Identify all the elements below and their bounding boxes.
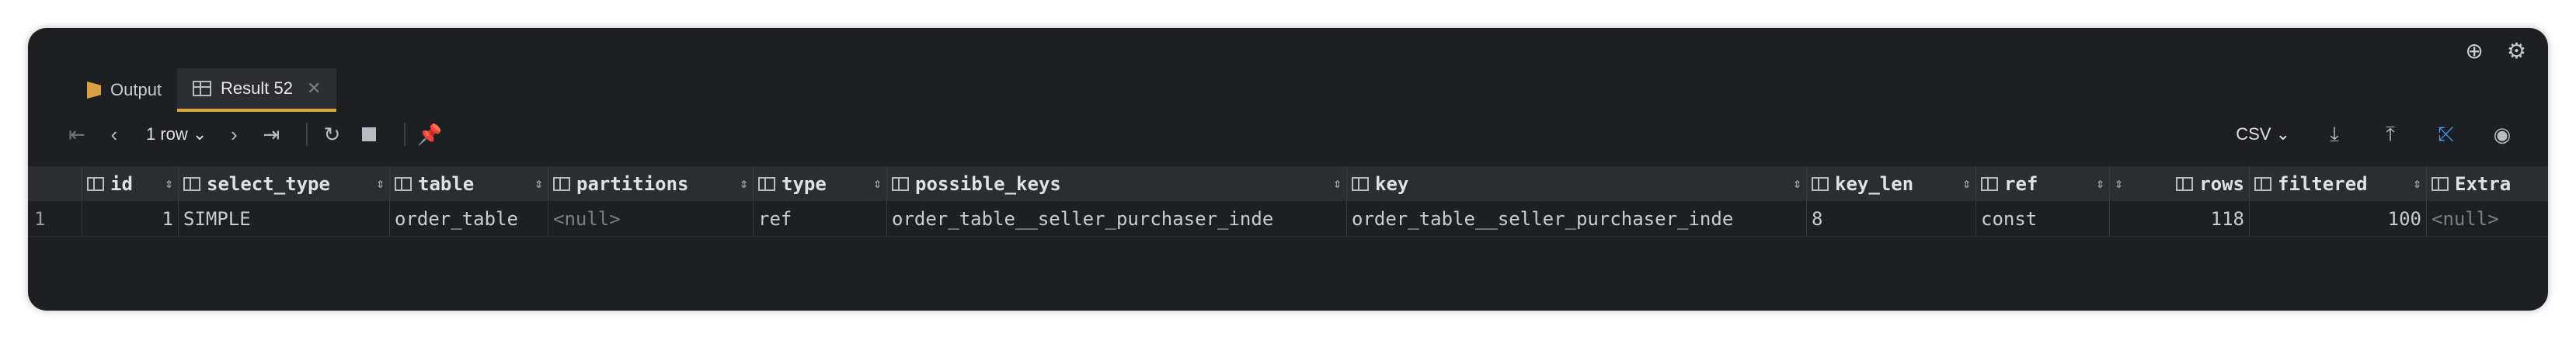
sort-icon[interactable]: ⇕ [1962,175,1971,192]
cell-partitions[interactable]: <null> [548,201,754,236]
column-icon [87,176,104,191]
column-header-filtered[interactable]: filtered ⇕ [2250,166,2427,201]
tab-output-label: Output [110,80,162,99]
sort-icon[interactable]: ⇕ [2413,175,2421,192]
sort-icon[interactable]: ⇕ [873,175,882,192]
column-name: Extra [2455,172,2512,195]
previous-page-icon[interactable]: ‹ [101,121,127,148]
download-icon[interactable]: ⤓ [2321,121,2348,148]
sort-icon[interactable]: ⇕ [1333,175,1342,192]
table-header-row: id ⇕ select_type ⇕ table ⇕ partitions ⇕ type… [28,166,2548,201]
column-name: possible_keys [915,172,1061,195]
column-icon [1812,176,1829,191]
results-panel: ⊕ ⚙ Output Result 52 ✕ ⇤ ‹ 1 row ⌄ › ⇥ ↻… [28,28,2548,311]
cell-table[interactable]: order_table [390,201,548,236]
sort-icon[interactable]: ⇕ [2096,175,2104,192]
table-row[interactable]: 1 1 SIMPLE order_table <null> ref order_… [28,201,2548,237]
column-header-extra[interactable]: Extra [2427,166,2548,201]
cell-extra[interactable]: <null> [2427,201,2548,236]
column-icon [1981,176,1998,191]
output-icon [87,82,101,99]
column-header-table[interactable]: table ⇕ [390,166,548,201]
toolbar-right: CSV ⌄ ⤓ ⤒ ⤪ ◉ [2236,115,2526,154]
column-name: select_type [207,172,330,195]
rows-count: 1 row [146,124,188,144]
cell-ref[interactable]: const [1976,201,2110,236]
sort-icon[interactable]: ⇕ [1793,175,1801,192]
column-header-key_len[interactable]: key_len ⇕ [1807,166,1976,201]
cell-select_type[interactable]: SIMPLE [179,201,390,236]
column-icon [2254,176,2271,191]
column-icon [2176,176,2194,191]
toolbar-divider [404,123,406,146]
export-format-label: CSV [2236,124,2271,144]
column-name: partitions [576,172,689,195]
tab-result[interactable]: Result 52 ✕ [177,68,337,112]
sort-icon[interactable]: ⇕ [165,175,173,192]
column-header-rows[interactable]: ⇕ rows [2110,166,2250,201]
column-name: id [110,172,133,195]
close-icon[interactable]: ✕ [307,78,321,99]
column-name: type [782,172,827,195]
cell-key[interactable]: order_table__seller_purchaser_inde [1347,201,1807,236]
sort-icon[interactable]: ⇕ [740,175,748,192]
gear-icon[interactable]: ⚙ [2507,40,2526,62]
column-icon [758,176,775,191]
column-header-ref[interactable]: ref ⇕ [1976,166,2110,201]
sort-icon[interactable]: ⇕ [376,175,385,192]
reload-icon[interactable]: ↻ [319,121,345,148]
export-format-select[interactable]: CSV ⌄ [2236,124,2290,144]
sort-icon[interactable]: ⇕ [2115,175,2123,192]
column-name: key [1375,172,1409,195]
column-name: filtered [2278,172,2368,195]
column-header-partitions[interactable]: partitions ⇕ [548,166,754,201]
view-icon[interactable]: ◉ [2489,121,2515,148]
upload-icon[interactable]: ⤒ [2377,121,2404,148]
cell-key_len[interactable]: 8 [1807,201,1976,236]
column-header-id[interactable]: id ⇕ [82,166,179,201]
crosshair-icon[interactable]: ⊕ [2465,40,2483,62]
column-name: table [418,172,475,195]
tab-bar: Output Result 52 ✕ [28,68,2548,112]
column-name: ref [2004,172,2038,195]
column-name: key_len [1835,172,1914,195]
column-icon [2432,176,2449,191]
pin-icon[interactable]: 📌 [416,121,443,148]
stop-icon[interactable] [356,121,382,148]
last-page-icon[interactable]: ⇥ [258,121,284,148]
column-icon [395,176,412,191]
cell-type[interactable]: ref [754,201,887,236]
column-header-select_type[interactable]: select_type ⇕ [179,166,390,201]
cell-possible_keys[interactable]: order_table__seller_purchaser_inde [887,201,1347,236]
sort-icon[interactable]: ⇕ [534,175,543,192]
tab-output[interactable]: Output [71,68,177,112]
result-table: id ⇕ select_type ⇕ table ⇕ partitions ⇕ type… [28,166,2548,237]
cell-id[interactable]: 1 [82,201,179,236]
first-page-icon[interactable]: ⇤ [64,121,90,148]
toolbar-divider [306,123,308,146]
column-icon [553,176,570,191]
column-icon [892,176,909,191]
compare-icon[interactable]: ⤪ [2433,121,2459,148]
column-icon [1352,176,1369,191]
rows-selector[interactable]: 1 row ⌄ [146,124,207,144]
cell-filtered[interactable]: 100 [2250,201,2427,236]
column-name: rows [2199,172,2244,195]
result-grid-icon [193,81,212,96]
panel-top-icons: ⊕ ⚙ [2465,28,2526,75]
column-header-possible_keys[interactable]: possible_keys ⇕ [887,166,1347,201]
row-number: 1 [28,201,82,236]
next-page-icon[interactable]: › [221,121,247,148]
column-header-type[interactable]: type ⇕ [754,166,887,201]
result-toolbar: ⇤ ‹ 1 row ⌄ › ⇥ ↻ 📌 CSV ⌄ ⤓ ⤒ ⤪ ◉ [28,115,2548,154]
tab-result-label: Result 52 [221,78,293,98]
column-icon [183,176,200,191]
row-number-header [28,166,82,201]
column-header-key[interactable]: key ⇕ [1347,166,1807,201]
cell-rows[interactable]: 118 [2110,201,2250,236]
